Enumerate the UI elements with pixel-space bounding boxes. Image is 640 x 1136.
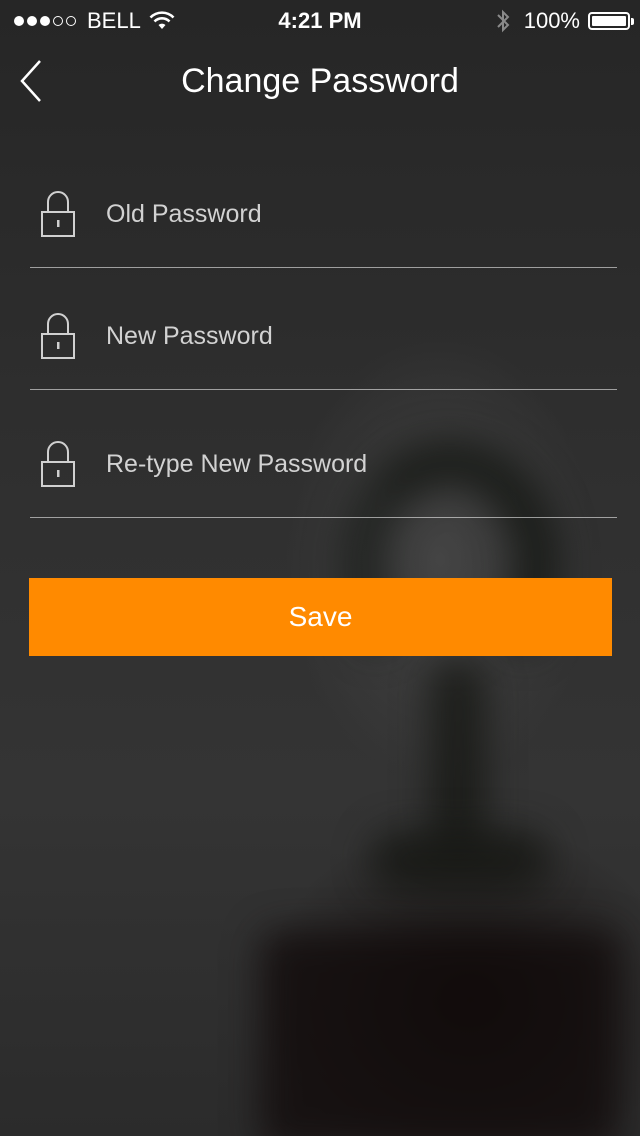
battery-fill xyxy=(592,16,626,26)
battery-icon xyxy=(588,12,634,30)
background-blur-shape xyxy=(430,660,486,850)
status-bar: BELL 4:21 PM 100% xyxy=(0,0,640,40)
retype-password-input[interactable] xyxy=(106,438,596,490)
lock-icon xyxy=(41,191,75,237)
battery-nub xyxy=(631,18,634,25)
page-title: Change Password xyxy=(181,62,459,100)
change-password-screen: BELL 4:21 PM 100% Change Password Save xyxy=(0,0,640,1136)
retype-password-field xyxy=(30,418,617,518)
navigation-bar: Change Password xyxy=(0,40,640,128)
new-password-field xyxy=(30,290,617,390)
lock-icon xyxy=(41,441,75,487)
lock-icon xyxy=(41,313,75,359)
background-blur-shape xyxy=(260,930,620,1136)
bluetooth-icon xyxy=(497,9,510,33)
new-password-input[interactable] xyxy=(106,310,596,362)
old-password-input[interactable] xyxy=(106,188,596,240)
old-password-field xyxy=(30,168,617,268)
save-button[interactable]: Save xyxy=(29,578,612,656)
battery-percent: 100% xyxy=(523,8,580,33)
status-right: 100% xyxy=(496,8,634,34)
background-blur-shape xyxy=(370,830,550,890)
